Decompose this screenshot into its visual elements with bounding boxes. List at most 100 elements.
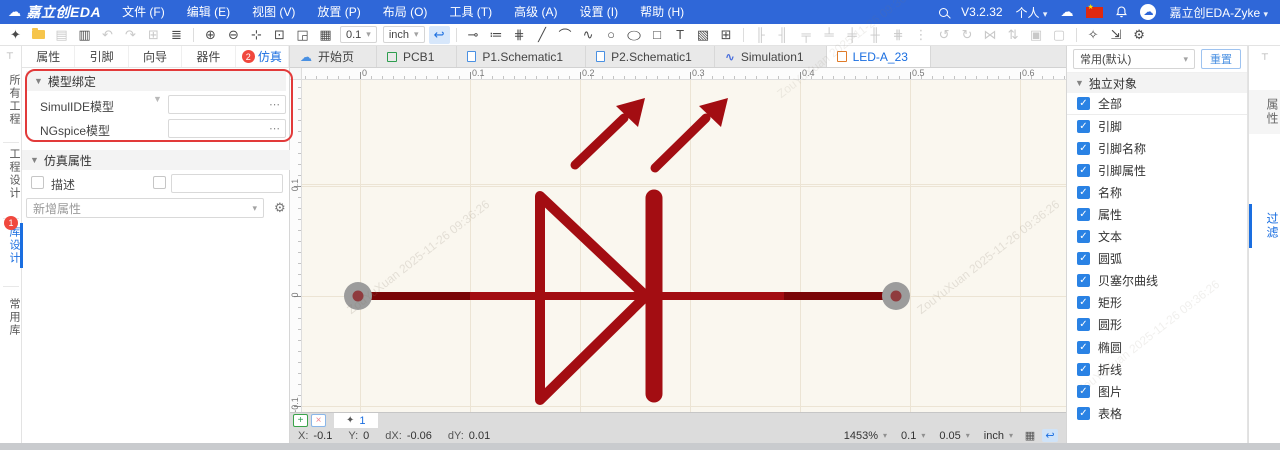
- menu-item-6[interactable]: 高级 (A): [503, 0, 568, 24]
- description-checkbox[interactable]: [31, 176, 44, 189]
- checkbox-checked-icon[interactable]: ✓: [1077, 341, 1090, 354]
- model-binding-section-header[interactable]: ▼模型绑定: [26, 71, 286, 91]
- left-panel-tab-3[interactable]: 器件: [182, 46, 235, 67]
- place-bezier-icon[interactable]: ∿: [578, 26, 599, 44]
- checkbox-checked-icon[interactable]: ✓: [1077, 318, 1090, 331]
- reset-button[interactable]: 重置: [1201, 49, 1241, 69]
- canvas-style-icon[interactable]: ↩: [429, 26, 450, 44]
- filter-row-6[interactable]: ✓文本: [1067, 226, 1247, 248]
- open-folder-icon[interactable]: [28, 26, 49, 44]
- place-line-icon[interactable]: ╱: [532, 26, 553, 44]
- left-panel-tab-4[interactable]: 2仿真: [236, 46, 289, 67]
- led-arrow-2[interactable]: [655, 98, 728, 168]
- filter-row-10[interactable]: ✓圆形: [1067, 314, 1247, 336]
- magic-wand-icon[interactable]: ✧: [1083, 26, 1104, 44]
- design-manager-icon[interactable]: ✦: [5, 26, 26, 44]
- grid-settings-icon[interactable]: ▦: [315, 26, 336, 44]
- doc-tab-3[interactable]: P2.Schematic1: [586, 46, 715, 67]
- right-panel-pin-icon[interactable]: ⊤: [1261, 52, 1269, 63]
- zoom-region-icon[interactable]: ⊡: [269, 26, 290, 44]
- checkbox-checked-icon[interactable]: ✓: [1077, 120, 1090, 133]
- filter-row-11[interactable]: ✓椭圆: [1067, 336, 1247, 358]
- led-symbol[interactable]: [302, 80, 1066, 412]
- sheet-tab-1[interactable]: ✦ 1: [334, 413, 378, 429]
- doc-tab-2[interactable]: P1.Schematic1: [457, 46, 586, 67]
- add-property-select[interactable]: 新增属性▾: [26, 198, 264, 218]
- place-text-icon[interactable]: T: [670, 26, 691, 44]
- zoom-selection-icon[interactable]: ◲: [292, 26, 313, 44]
- ngspice-model-more-button[interactable]: ⋯: [269, 122, 281, 135]
- search-list-icon[interactable]: ≣: [166, 26, 187, 44]
- ngspice-model-input[interactable]: ⋯: [168, 119, 286, 138]
- menu-item-1[interactable]: 编辑 (E): [176, 0, 241, 24]
- close-sheet-button[interactable]: ×: [311, 414, 326, 427]
- language-flag-icon[interactable]: [1086, 7, 1103, 18]
- notification-bell-icon[interactable]: [1116, 6, 1127, 18]
- user-avatar[interactable]: ☁: [1140, 4, 1156, 20]
- rail-tab-0[interactable]: 所有工程: [0, 74, 22, 126]
- checkbox-checked-icon[interactable]: ✓: [1077, 164, 1090, 177]
- filter-row-3[interactable]: ✓引脚属性: [1067, 159, 1247, 181]
- property-settings-gear-icon[interactable]: ⚙: [274, 200, 286, 216]
- doc-tab-0[interactable]: ☁开始页: [290, 46, 377, 67]
- add-sheet-button[interactable]: +: [293, 414, 308, 427]
- canvas-style-toggle-icon[interactable]: ↩: [1042, 429, 1058, 442]
- checkbox-checked-icon[interactable]: ✓: [1077, 296, 1090, 309]
- description-value-checkbox[interactable]: [153, 176, 166, 189]
- right-pad[interactable]: [882, 282, 910, 310]
- simulide-model-input[interactable]: ⋯: [168, 95, 286, 114]
- filter-row-13[interactable]: ✓图片: [1067, 380, 1247, 402]
- checkbox-checked-icon[interactable]: ✓: [1077, 385, 1090, 398]
- checkbox-checked-icon[interactable]: ✓: [1077, 274, 1090, 287]
- checkbox-checked-icon[interactable]: ✓: [1077, 186, 1090, 199]
- filter-row-2[interactable]: ✓引脚名称: [1067, 137, 1247, 159]
- filter-row-1[interactable]: ✓引脚: [1067, 115, 1247, 137]
- search-icon[interactable]: [939, 8, 948, 17]
- cloud-sync-icon[interactable]: ☁: [1060, 4, 1073, 20]
- toolbar-unit-select[interactable]: inch▾: [383, 26, 425, 43]
- grid-size-select[interactable]: 0.1▾: [896, 430, 930, 442]
- zoom-in-icon[interactable]: ⊕: [200, 26, 221, 44]
- checkbox-checked-icon[interactable]: ✓: [1077, 208, 1090, 221]
- app-logo[interactable]: ☁ 嘉立创EDA: [0, 2, 111, 22]
- filter-row-12[interactable]: ✓折线: [1067, 358, 1247, 380]
- right-rail-tab-1[interactable]: 过滤: [1249, 204, 1280, 248]
- menu-item-4[interactable]: 布局 (O): [372, 0, 439, 24]
- panel-pin-icon[interactable]: ⊤: [6, 51, 15, 60]
- menu-item-7[interactable]: 设置 (I): [568, 0, 629, 24]
- menu-item-0[interactable]: 文件 (F): [111, 0, 176, 24]
- toolbar-grid-size-select[interactable]: 0.1▾: [340, 26, 377, 43]
- left-pad[interactable]: [344, 282, 372, 310]
- independent-objects-section-header[interactable]: ▼独立对象: [1067, 73, 1247, 93]
- export-check-icon[interactable]: ⇲: [1106, 26, 1127, 44]
- zoom-level-select[interactable]: 1453%▾: [839, 430, 892, 442]
- menu-item-2[interactable]: 视图 (V): [241, 0, 306, 24]
- place-table-icon[interactable]: ⊞: [716, 26, 737, 44]
- filter-row-14[interactable]: ✓表格: [1067, 402, 1247, 424]
- right-rail-tab-0[interactable]: 属性: [1249, 90, 1280, 134]
- zoom-out-icon[interactable]: ⊖: [223, 26, 244, 44]
- checkbox-checked-icon[interactable]: ✓: [1077, 252, 1090, 265]
- settings-icon[interactable]: ⚙: [1129, 26, 1150, 44]
- user-menu[interactable]: 嘉立创EDA-Zyke ▾: [1169, 4, 1268, 21]
- left-panel-tab-0[interactable]: 属性: [22, 46, 75, 67]
- account-type-menu[interactable]: 个人 ▾: [1016, 4, 1048, 21]
- filter-row-5[interactable]: ✓属性: [1067, 203, 1247, 225]
- filter-preset-select[interactable]: 常用(默认)▾: [1073, 49, 1195, 69]
- sim-props-section-header[interactable]: ▼仿真属性: [22, 150, 290, 170]
- filter-row-7[interactable]: ✓圆弧: [1067, 248, 1247, 270]
- checkbox-checked-icon[interactable]: ✓: [1077, 230, 1090, 243]
- schematic-canvas[interactable]: [302, 80, 1066, 412]
- simulide-model-more-button[interactable]: ⋯: [269, 98, 281, 111]
- menu-item-5[interactable]: 工具 (T): [438, 0, 503, 24]
- place-circle-icon[interactable]: ○: [601, 26, 622, 44]
- doc-tab-4[interactable]: ∿Simulation1: [715, 46, 827, 67]
- rail-tab-2[interactable]: 库设计: [0, 226, 22, 265]
- place-pin-icon[interactable]: ⊸: [463, 26, 484, 44]
- description-input[interactable]: [171, 174, 283, 193]
- rail-tab-1[interactable]: 工程设计: [0, 148, 22, 200]
- doc-tab-1[interactable]: PCB1: [377, 46, 457, 67]
- menu-item-8[interactable]: 帮助 (H): [629, 0, 695, 24]
- place-ellipse-icon[interactable]: ◯: [624, 28, 645, 41]
- led-arrow-1[interactable]: [575, 98, 645, 165]
